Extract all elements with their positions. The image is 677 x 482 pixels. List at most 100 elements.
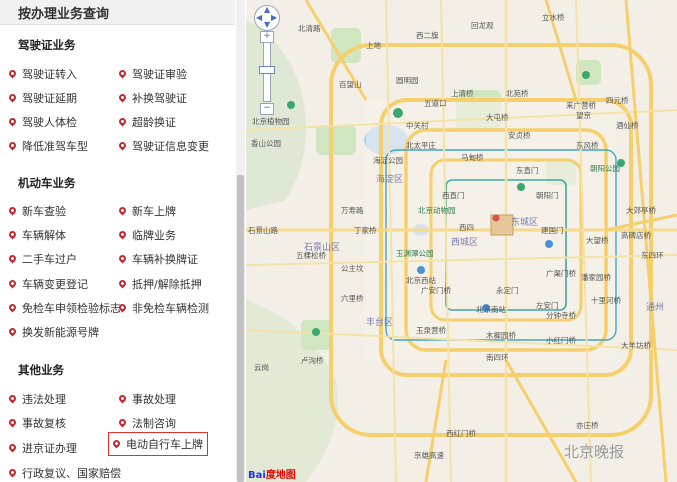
map-label: 北京植物园 — [252, 117, 290, 126]
map-label: 五棵松桥 — [296, 251, 326, 260]
location-pin-icon — [7, 467, 18, 478]
scrollbar-thumb[interactable] — [237, 175, 244, 482]
location-pin-icon — [117, 140, 128, 151]
map-label: 永定门 — [496, 286, 519, 295]
pan-down-icon[interactable]: ▼ — [264, 20, 270, 29]
menu-item[interactable]: 超龄换证 — [117, 114, 176, 130]
menu-item[interactable]: 驾驶证信息变更 — [117, 138, 209, 154]
menu-item[interactable]: 法制咨询 — [117, 415, 176, 431]
map-label: 京雄高速 — [414, 451, 444, 460]
location-pin-icon — [117, 68, 128, 79]
map-label: 回龙观 — [471, 21, 494, 30]
menu-item[interactable]: 事故处理 — [117, 391, 176, 407]
landmark-icon — [492, 214, 500, 222]
expressway — [504, 359, 578, 482]
map-label: 北苑桥 — [506, 89, 529, 98]
menu-item[interactable]: 二手车过户 — [7, 251, 77, 267]
menu-item[interactable]: 行政复议、国家赔偿 — [7, 465, 121, 481]
map-label: 木樨园桥 — [486, 331, 516, 340]
train-station-icon — [417, 266, 425, 274]
map-label: 安贞桥 — [508, 131, 531, 140]
location-pin-icon — [7, 278, 18, 289]
menu-item[interactable]: 免检车申领检验标志 — [7, 300, 121, 316]
district-label: 海淀区 — [376, 175, 404, 185]
section-title-other: 其他业务 — [18, 363, 64, 377]
location-pin-icon — [117, 302, 128, 313]
pan-left-icon[interactable]: ◀ — [256, 13, 262, 22]
map-label: 西四 — [459, 223, 474, 232]
location-pin-icon — [117, 205, 128, 216]
park-label: 玉渊潭公园 — [396, 249, 434, 258]
location-pin-icon — [117, 393, 128, 404]
location-pin-icon — [7, 116, 18, 127]
map-label: 南四环 — [486, 353, 509, 362]
map-label: 东风桥 — [576, 141, 599, 150]
district-label: 通州 — [646, 303, 665, 313]
menu-item[interactable]: 违法处理 — [7, 391, 66, 407]
menu-item[interactable]: 驾驶人体检 — [7, 114, 77, 130]
menu-item-highlighted[interactable]: 电动自行车上牌 — [108, 432, 208, 456]
map-label: 十里河桥 — [591, 296, 621, 305]
baidu-map-logo: Bai度地图 — [248, 470, 296, 481]
menu-item[interactable]: 驾驶证转入 — [7, 66, 77, 82]
map-label: 北京西站 — [406, 276, 436, 285]
map-view[interactable]: 北清路 百望山 香山公园 北京植物园 海淀公园 海淀区 石景山区 西城区 东城区… — [246, 0, 677, 482]
map-label: 海淀公园 — [373, 156, 403, 165]
map-label: 圆明园 — [396, 76, 419, 85]
pan-right-icon[interactable]: ▶ — [271, 13, 277, 22]
sidebar-scrollbar[interactable] — [236, 0, 245, 482]
section-title-license: 驾驶证业务 — [18, 38, 76, 52]
menu-item[interactable]: 临牌业务 — [117, 227, 176, 243]
map-label: 广安门桥 — [421, 286, 451, 295]
menu-item[interactable]: 事故复核 — [7, 415, 66, 431]
menu-item[interactable]: 补换驾驶证 — [117, 90, 187, 106]
map-label: 玉泉营桥 — [416, 326, 446, 335]
map-label: 东四环 — [641, 251, 664, 260]
map-label: 大望桥 — [586, 236, 609, 245]
menu-item[interactable]: 非免检车辆检测 — [117, 300, 209, 316]
location-pin-icon — [7, 92, 18, 103]
sidebar-title: 按办理业务查询 — [18, 7, 110, 22]
menu-item[interactable]: 新车上牌 — [117, 203, 176, 219]
park-poi-icon — [517, 183, 525, 191]
menu-item[interactable]: 车辆解体 — [7, 227, 66, 243]
map-label: 东直门 — [516, 166, 539, 175]
location-pin-icon — [117, 229, 128, 240]
zoom-out-button[interactable]: − — [260, 103, 274, 115]
zoom-slider-thumb[interactable] — [259, 66, 275, 74]
section-title-vehicle: 机动车业务 — [18, 176, 76, 190]
menu-item[interactable]: 进京证办理 — [7, 440, 77, 456]
location-pin-icon — [117, 417, 128, 428]
map-label: 六里桥 — [341, 294, 364, 303]
menu-item[interactable]: 降低准驾车型 — [7, 138, 88, 154]
pan-up-icon[interactable]: ▲ — [264, 5, 270, 14]
pan-control[interactable]: ▲ ▼ ◀ ▶ — [254, 5, 280, 31]
menu-item[interactable]: 抵押/解除抵押 — [117, 276, 202, 292]
map-label: 百望山 — [339, 80, 362, 89]
map-label: 望京 — [576, 111, 591, 120]
menu-item[interactable]: 新车查验 — [7, 203, 66, 219]
map-label: 马甸桥 — [461, 153, 484, 162]
map-label: 上地 — [366, 41, 381, 50]
location-pin-icon — [7, 140, 18, 151]
map-label: 万寿路 — [341, 206, 364, 215]
location-pin-icon — [111, 438, 122, 449]
menu-item[interactable]: 车辆补换牌证 — [117, 251, 198, 267]
menu-item[interactable]: 驾驶证延期 — [7, 90, 77, 106]
menu-item[interactable]: 换发新能源号牌 — [7, 324, 99, 340]
location-pin-icon — [7, 68, 18, 79]
map-label: 香山公园 — [251, 139, 281, 148]
park-poi-icon — [287, 101, 295, 109]
location-pin-icon — [7, 229, 18, 240]
mountain-area — [246, 20, 306, 210]
location-pin-icon — [7, 205, 18, 216]
district-label: 西城区 — [451, 238, 479, 248]
map-label: 潘家园桥 — [581, 273, 611, 282]
map-label: 广渠门桥 — [546, 269, 576, 278]
map-label: 北京南站 — [476, 305, 506, 314]
menu-item[interactable]: 驾驶证审验 — [117, 66, 187, 82]
menu-item[interactable]: 车辆变更登记 — [7, 276, 88, 292]
park-label: 朝阳公园 — [590, 164, 620, 173]
map-label: 西红门桥 — [446, 429, 476, 438]
park-poi-icon — [312, 328, 320, 336]
